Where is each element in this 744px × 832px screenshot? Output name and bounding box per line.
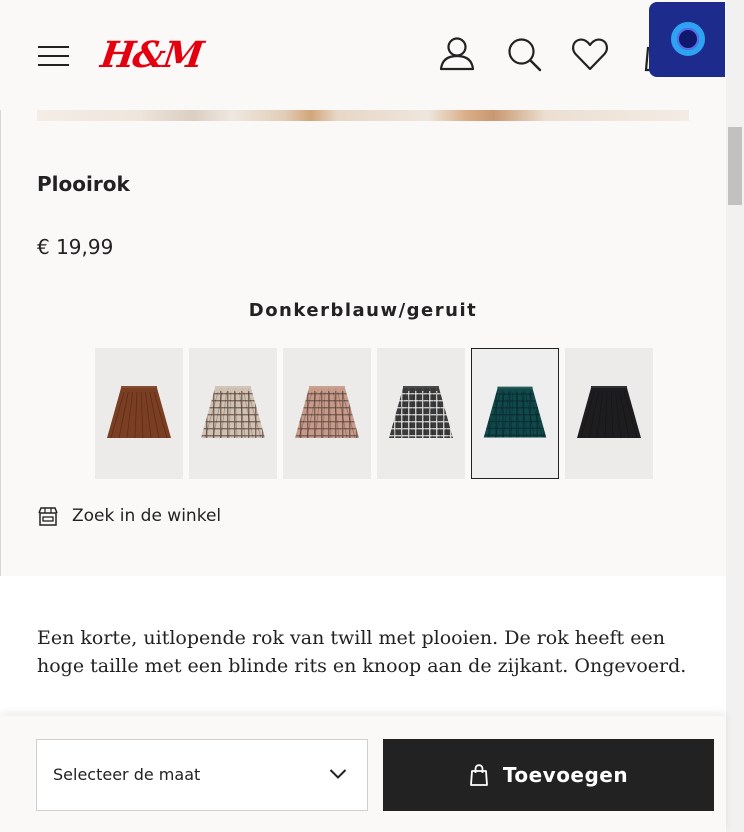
color-swatch[interactable] (377, 348, 465, 479)
product-description: Een korte, uitlopende rok van twill met … (37, 627, 687, 677)
skirt-thumbnail (577, 386, 641, 439)
find-in-store-link[interactable]: Zoek in de winkel (37, 503, 221, 529)
menu-icon[interactable] (38, 44, 70, 68)
store-icon (38, 507, 58, 526)
skirt-thumbnail (201, 386, 265, 439)
color-swatch[interactable] (283, 348, 371, 479)
skirt-thumbnail (483, 386, 547, 438)
color-swatch-list (95, 348, 653, 479)
browser-extension-icon[interactable] (649, 2, 725, 77)
skirt-thumbnail (107, 386, 171, 439)
scrollbar[interactable] (726, 0, 744, 832)
product-title: Plooirok (37, 172, 130, 196)
find-in-store-label: Zoek in de winkel (72, 506, 222, 526)
size-select[interactable]: Selecteer de maat (36, 739, 368, 811)
color-swatch[interactable] (95, 348, 183, 479)
color-swatch[interactable] (189, 348, 277, 479)
purchase-bar: Selecteer de maat Toevoegen (0, 716, 726, 832)
chevron-down-icon (329, 769, 347, 779)
skirt-thumbnail (295, 386, 359, 439)
search-icon[interactable] (504, 34, 544, 74)
description-section: Een korte, uitlopende rok van twill met … (0, 576, 726, 736)
skirt-thumbnail (389, 386, 453, 439)
brand-logo[interactable]: H&M (98, 34, 204, 76)
account-icon[interactable] (437, 34, 477, 74)
scrollbar-thumb[interactable] (728, 127, 742, 205)
bag-icon (469, 764, 488, 786)
add-to-bag-label: Toevoegen (502, 763, 629, 787)
site-header: H&M (0, 0, 726, 110)
favorites-icon[interactable] (570, 34, 610, 74)
selected-color-label: Donkerblauw/geruit (248, 300, 478, 321)
color-swatch[interactable] (565, 348, 653, 479)
add-to-bag-button[interactable]: Toevoegen (383, 739, 714, 811)
size-select-label: Selecteer de maat (53, 765, 201, 784)
color-swatch[interactable] (471, 348, 559, 479)
product-image-bottom-edge (37, 110, 689, 121)
product-price: € 19,99 (37, 235, 114, 259)
